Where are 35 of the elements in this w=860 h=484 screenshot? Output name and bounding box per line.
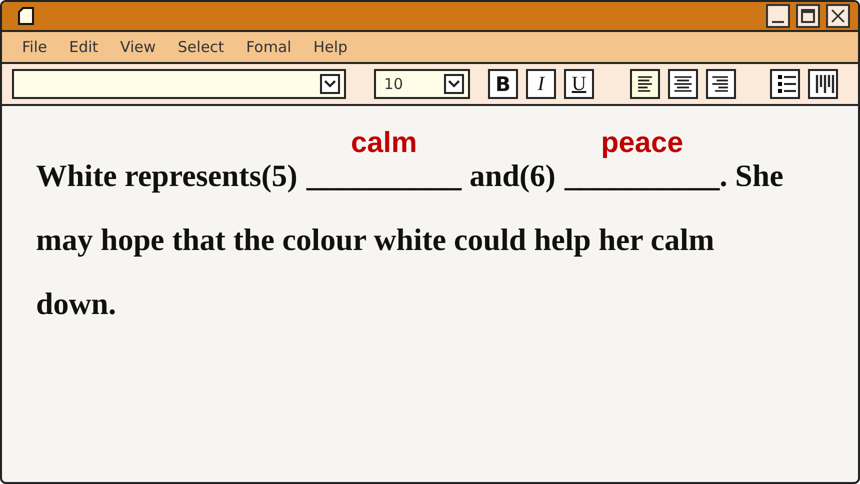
menu-item[interactable]: File [22, 36, 48, 58]
align-right-button[interactable] [706, 69, 736, 99]
align-left-button[interactable] [630, 69, 660, 99]
maximize-button[interactable] [796, 4, 820, 28]
minimize-button[interactable] [766, 4, 790, 28]
columns-button[interactable] [808, 69, 838, 99]
maximize-icon [800, 8, 816, 24]
dropdown-icon [444, 74, 464, 94]
document-icon [18, 7, 34, 25]
passage-text: . She [720, 157, 784, 195]
italic-button[interactable]: I [526, 69, 556, 99]
font-size-value: 10 [384, 74, 404, 95]
bullet-list-button[interactable] [770, 69, 800, 99]
bold-button[interactable]: B [488, 69, 518, 99]
answer-text: calm [350, 126, 418, 160]
answer-blank: __________ [306, 158, 462, 193]
close-icon [830, 8, 846, 24]
menu-item[interactable]: Select [178, 36, 224, 58]
menu-item[interactable]: Fomal [246, 36, 292, 58]
menu-item[interactable]: Help [313, 36, 348, 58]
passage-text: White represents(5) [36, 157, 298, 195]
passage-text: down. [36, 285, 116, 323]
passage-text: and(6) [469, 157, 556, 195]
answer-blank: __________ [564, 158, 720, 193]
menu-item[interactable]: View [120, 36, 156, 58]
dropdown-icon [320, 74, 340, 94]
passage-text: may hope that the colour white could help her calm [36, 221, 714, 259]
font-size-dropdown[interactable]: 10 [374, 69, 470, 99]
answer-text: peace [600, 126, 684, 160]
minimize-icon [772, 21, 784, 23]
align-center-button[interactable] [668, 69, 698, 99]
font-name-dropdown[interactable] [12, 69, 346, 99]
underline-button[interactable]: U [564, 69, 594, 99]
menu-item[interactable]: Edit [69, 36, 98, 58]
close-button[interactable] [826, 4, 850, 28]
